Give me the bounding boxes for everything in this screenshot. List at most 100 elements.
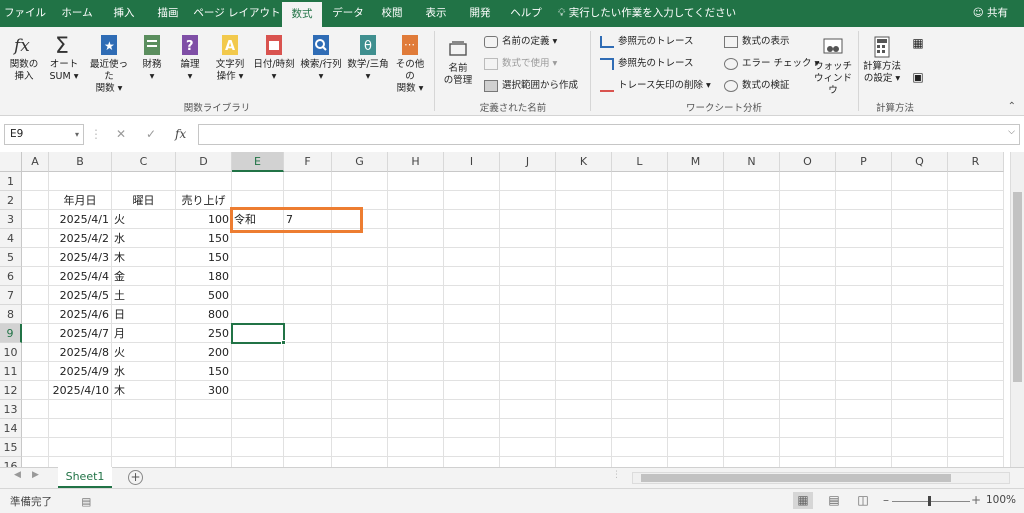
use-in-formula-button[interactable]: 数式で使用 ▾ — [484, 55, 557, 73]
cell-e4[interactable] — [232, 229, 284, 248]
chevron-down-icon[interactable]: ▾ — [75, 125, 79, 144]
row-header-12[interactable]: 12 — [0, 381, 22, 400]
cell-f6[interactable] — [284, 267, 332, 286]
cell-c8[interactable]: 日 — [112, 305, 176, 324]
row-header-5[interactable]: 5 — [0, 248, 22, 267]
cell-r3[interactable] — [948, 210, 1004, 229]
cell-q15[interactable] — [892, 438, 948, 457]
cell-e15[interactable] — [232, 438, 284, 457]
cell-r9[interactable] — [948, 324, 1004, 343]
cell-d14[interactable] — [176, 419, 232, 438]
text-functions-button[interactable]: A 文字列 操作 ▾ — [210, 33, 250, 83]
create-from-selection-button[interactable]: 選択範囲から作成 — [484, 77, 578, 95]
cell-e3[interactable]: 令和 — [232, 210, 284, 229]
cell-d2[interactable]: 売り上げ — [176, 191, 232, 210]
cell-k9[interactable] — [556, 324, 612, 343]
cell-k7[interactable] — [556, 286, 612, 305]
cell-n10[interactable] — [724, 343, 780, 362]
cancel-icon[interactable]: ✕ — [116, 124, 126, 145]
cell-c5[interactable]: 木 — [112, 248, 176, 267]
cell-m3[interactable] — [668, 210, 724, 229]
cell-c7[interactable]: 土 — [112, 286, 176, 305]
cell-l10[interactable] — [612, 343, 668, 362]
cell-i6[interactable] — [444, 267, 500, 286]
calculate-sheet-icon[interactable]: ▣ — [910, 71, 926, 83]
cell-o8[interactable] — [780, 305, 836, 324]
row-header-6[interactable]: 6 — [0, 267, 22, 286]
cell-b1[interactable] — [49, 172, 112, 191]
cell-a6[interactable] — [22, 267, 49, 286]
cell-o3[interactable] — [780, 210, 836, 229]
cell-f13[interactable] — [284, 400, 332, 419]
column-header-c[interactable]: C — [112, 152, 176, 172]
column-header-e[interactable]: E — [232, 152, 284, 172]
cell-r15[interactable] — [948, 438, 1004, 457]
cell-c9[interactable]: 月 — [112, 324, 176, 343]
cell-k1[interactable] — [556, 172, 612, 191]
trace-dependents-button[interactable]: 参照先のトレース — [600, 55, 694, 73]
cell-k5[interactable] — [556, 248, 612, 267]
cell-o13[interactable] — [780, 400, 836, 419]
cell-d11[interactable]: 150 — [176, 362, 232, 381]
tab-data[interactable]: データ — [326, 0, 370, 27]
cell-g5[interactable] — [332, 248, 388, 267]
cell-i12[interactable] — [444, 381, 500, 400]
cell-r7[interactable] — [948, 286, 1004, 305]
cell-g12[interactable] — [332, 381, 388, 400]
cell-j14[interactable] — [500, 419, 556, 438]
cell-n5[interactable] — [724, 248, 780, 267]
name-box[interactable]: E9 ▾ — [4, 124, 84, 145]
scroll-left-icon[interactable]: ◀ — [14, 470, 21, 480]
autosum-button[interactable]: Σ オート SUM ▾ — [46, 33, 82, 83]
add-sheet-icon[interactable]: + — [128, 470, 143, 485]
cell-d12[interactable]: 300 — [176, 381, 232, 400]
cell-o7[interactable] — [780, 286, 836, 305]
cell-f1[interactable] — [284, 172, 332, 191]
cell-b11[interactable]: 2025/4/9 — [49, 362, 112, 381]
cell-j5[interactable] — [500, 248, 556, 267]
cell-j15[interactable] — [500, 438, 556, 457]
row-header-1[interactable]: 1 — [0, 172, 22, 191]
cell-m11[interactable] — [668, 362, 724, 381]
cell-e6[interactable] — [232, 267, 284, 286]
calculation-options-button[interactable]: 計算方法 の設定 ▾ — [862, 35, 902, 85]
cell-g11[interactable] — [332, 362, 388, 381]
cell-d3[interactable]: 100 — [176, 210, 232, 229]
select-all-corner[interactable] — [0, 152, 22, 172]
cell-f3[interactable]: 7 — [284, 210, 332, 229]
zoom-in-icon[interactable]: + — [966, 492, 986, 509]
cell-p4[interactable] — [836, 229, 892, 248]
insert-function-button[interactable]: fx 関数の 挿入 — [6, 33, 42, 83]
cell-d6[interactable]: 180 — [176, 267, 232, 286]
cell-j8[interactable] — [500, 305, 556, 324]
cell-m7[interactable] — [668, 286, 724, 305]
cell-c2[interactable]: 曜日 — [112, 191, 176, 210]
cell-l9[interactable] — [612, 324, 668, 343]
column-header-k[interactable]: K — [556, 152, 612, 172]
cell-i13[interactable] — [444, 400, 500, 419]
cell-n4[interactable] — [724, 229, 780, 248]
cell-g4[interactable] — [332, 229, 388, 248]
vertical-scroll-thumb[interactable] — [1013, 192, 1022, 382]
cell-r5[interactable] — [948, 248, 1004, 267]
cell-e10[interactable] — [232, 343, 284, 362]
cell-f15[interactable] — [284, 438, 332, 457]
cell-m8[interactable] — [668, 305, 724, 324]
column-header-f[interactable]: F — [284, 152, 332, 172]
row-header-7[interactable]: 7 — [0, 286, 22, 305]
cell-c12[interactable]: 木 — [112, 381, 176, 400]
math-trig-button[interactable]: θ 数学/三角 ▾ — [346, 33, 390, 83]
cell-k8[interactable] — [556, 305, 612, 324]
cell-k11[interactable] — [556, 362, 612, 381]
cell-d8[interactable]: 800 — [176, 305, 232, 324]
cell-l15[interactable] — [612, 438, 668, 457]
cell-f9[interactable] — [284, 324, 332, 343]
cell-m2[interactable] — [668, 191, 724, 210]
cell-p9[interactable] — [836, 324, 892, 343]
cell-n2[interactable] — [724, 191, 780, 210]
cell-q3[interactable] — [892, 210, 948, 229]
recently-used-button[interactable]: ★ 最近使った 関数 ▾ — [86, 33, 132, 95]
cell-r14[interactable] — [948, 419, 1004, 438]
cell-j12[interactable] — [500, 381, 556, 400]
cell-h14[interactable] — [388, 419, 444, 438]
